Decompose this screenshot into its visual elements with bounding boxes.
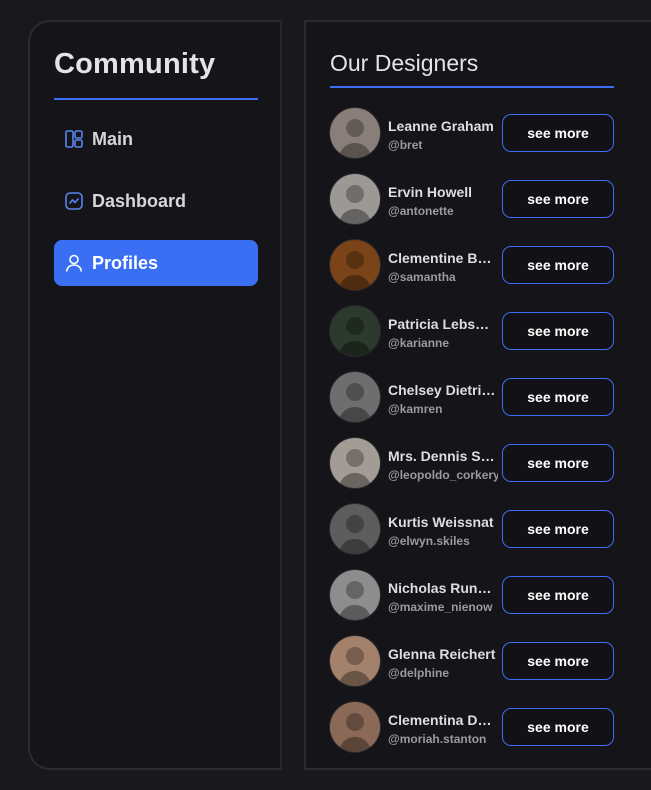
see-more-button[interactable]: see more [502,246,614,284]
designer-name: Ervin Howell [388,184,473,200]
sidebar-item-label: Profiles [92,252,159,273]
designer-row: Ervin Howell @antonette see more [330,174,620,240]
see-more-button[interactable]: see more [502,444,614,482]
designer-row: Clementine Bauch @samantha see more [330,240,620,306]
sidebar-item-label: Main [92,128,134,149]
designer-name: Chelsey Dietrich [388,382,496,398]
designer-handle: @samantha [388,270,456,284]
designer-row: Chelsey Dietrich @kamren see more [330,372,620,438]
avatar [330,570,380,620]
designer-row: Mrs. Dennis Schulist @leopoldo_corkery see… [330,438,620,504]
designer-name: Kurtis Weissnat [388,514,494,530]
designer-row: Glenna Reichert @delphine see more [330,636,620,702]
designer-handle: @moriah.stanton [388,732,487,746]
avatar [330,504,380,554]
see-more-button[interactable]: see more [502,180,614,218]
designer-row: Nicholas Runolfsdottir V @maxime_nienow se… [330,570,620,636]
designer-handle: @leopoldo_corkery [388,468,498,482]
see-more-button[interactable]: see more [502,576,614,614]
sidebar-item-dashboard[interactable]: Dashboard [54,178,258,224]
layout-icon [64,129,84,149]
avatar [330,306,380,356]
panel-title: Our Designers [330,50,479,76]
designer-name: Mrs. Dennis Schulist [388,448,496,464]
sidebar-item-main[interactable]: Main [54,116,258,162]
designer-row: Clementina DuBuque @moriah.stanton see mor… [330,702,620,768]
see-more-button[interactable]: see more [502,708,614,746]
sidebar-item-profiles[interactable]: Profiles [54,240,258,286]
brand-underline [54,98,258,100]
designer-name: Clementina DuBuque [388,712,496,728]
see-more-button[interactable]: see more [502,114,614,152]
designer-handle: @bret [388,138,423,152]
designer-handle: @karianne [388,336,450,350]
avatar [330,240,380,290]
user-icon [64,253,84,273]
designer-row: Leanne Graham @bret see more [330,108,620,174]
panel-title-underline [330,86,614,88]
avatar [330,108,380,158]
designer-handle: @maxime_nienow [388,600,493,614]
designer-handle: @delphine [388,666,450,680]
see-more-button[interactable]: see more [502,378,614,416]
designer-handle: @antonette [388,204,454,218]
designer-name: Leanne Graham [388,118,494,134]
see-more-button[interactable]: see more [502,642,614,680]
designers-panel: Our Designers Leanne Graham @bret see more… [304,20,651,770]
avatar [330,438,380,488]
avatar [330,372,380,422]
designer-handle: @kamren [388,402,443,416]
designer-row: Patricia Lebsack @karianne see more [330,306,620,372]
designer-name: Glenna Reichert [388,646,496,662]
designer-handle: @elwyn.skiles [388,534,470,548]
designer-name: Clementine Bauch [388,250,496,266]
avatar [330,174,380,224]
chart-icon [64,191,84,211]
avatar [330,636,380,686]
designer-row: Kurtis Weissnat @elwyn.skiles see more [330,504,620,570]
sidebar-item-label: Dashboard [92,190,187,211]
see-more-button[interactable]: see more [502,510,614,548]
designer-name: Nicholas Runolfsdottir V [388,580,496,596]
designer-list: Leanne Graham @bret see more Ervin Howell @a… [330,108,620,768]
designer-name: Patricia Lebsack [388,316,496,332]
brand-title: Community [54,48,216,80]
see-more-button[interactable]: see more [502,312,614,350]
sidebar: Community Main Dashboard Profiles [28,20,282,770]
avatar [330,702,380,752]
